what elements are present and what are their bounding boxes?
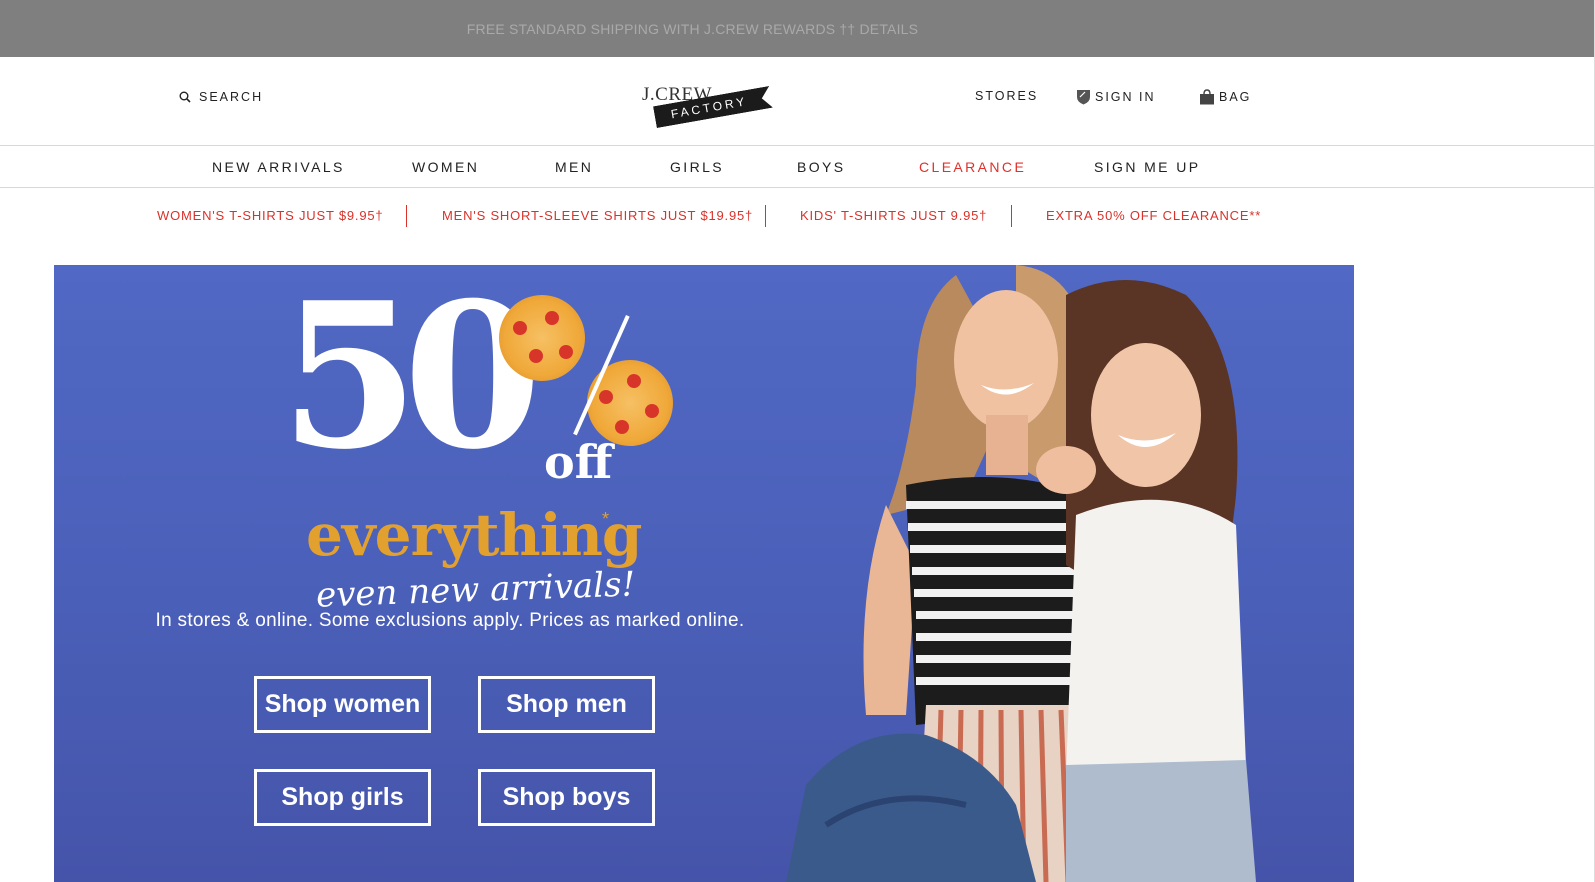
search-icon — [179, 91, 191, 103]
nav-girls[interactable]: GIRLS — [670, 159, 724, 175]
flower-decoration — [627, 374, 641, 388]
bag-link[interactable]: BAG — [1199, 89, 1251, 105]
search-button[interactable]: SEARCH — [179, 90, 263, 104]
stores-label: STORES — [975, 89, 1039, 103]
flower-decoration — [615, 420, 629, 434]
bag-label: BAG — [1219, 90, 1252, 104]
models-photo — [786, 265, 1256, 882]
flower-decoration — [545, 311, 559, 325]
flower-decoration — [599, 390, 613, 404]
promo-kids-tshirts[interactable]: KIDS' T-SHIRTS JUST 9.95† — [800, 208, 987, 223]
search-label: SEARCH — [199, 90, 264, 104]
promo-womens-tshirts[interactable]: WOMEN'S T-SHIRTS JUST $9.95† — [157, 208, 383, 223]
hero-fifty: 50 — [280, 265, 542, 494]
hero-banner[interactable]: 50 off everything * even new arrivals! I… — [54, 265, 1354, 882]
nav-clearance[interactable]: CLEARANCE — [919, 159, 1026, 175]
nav-boys[interactable]: BOYS — [797, 159, 846, 175]
flower-decoration — [529, 349, 543, 363]
flower-decoration — [559, 345, 573, 359]
promo-strip: WOMEN'S T-SHIRTS JUST $9.95† MEN'S SHORT… — [0, 205, 1595, 227]
jcrew-factory-logo[interactable]: J.CREW FACTORY — [640, 84, 774, 126]
nav-new-arrivals[interactable]: NEW ARRIVALS — [212, 159, 345, 175]
shop-boys-button[interactable]: Shop boys — [478, 769, 655, 826]
shipping-banner-mark: †† — [839, 20, 856, 37]
flower-decoration — [645, 404, 659, 418]
hero-fine-print: In stores & online. Some exclusions appl… — [155, 610, 745, 631]
shipping-banner-text-group: FREE STANDARD SHIPPING WITH J.CREW REWAR… — [467, 21, 918, 37]
sign-in-label: SIGN IN — [1095, 90, 1156, 104]
main-nav: NEW ARRIVALS WOMEN MEN GIRLS BOYS CLEARA… — [0, 145, 1595, 188]
paper-umbrella-image — [499, 295, 585, 381]
hero-asterisk: * — [602, 509, 610, 529]
promo-divider — [1011, 205, 1012, 227]
nav-sign-me-up[interactable]: SIGN ME UP — [1094, 159, 1200, 175]
stores-link[interactable]: STORES — [975, 89, 1038, 103]
sign-in-link[interactable]: SIGN IN — [1076, 89, 1156, 105]
nav-men[interactable]: MEN — [555, 159, 593, 175]
shipping-banner-text: FREE STANDARD SHIPPING WITH J.CREW REWAR… — [466, 20, 836, 37]
promo-clearance[interactable]: EXTRA 50% OFF CLEARANCE** — [1046, 208, 1261, 223]
bag-icon — [1200, 89, 1214, 105]
promo-divider — [765, 205, 766, 227]
shield-icon — [1077, 90, 1090, 105]
site-header: SEARCH J.CREW FACTORY STORES SIGN IN BAG — [0, 57, 1595, 145]
shop-men-button[interactable]: Shop men — [478, 676, 655, 733]
shop-girls-button[interactable]: Shop girls — [254, 769, 431, 826]
hero-subline: even new arrivals! — [315, 564, 636, 616]
promo-divider — [406, 205, 407, 227]
hero-everything: everything — [306, 501, 642, 569]
hero-off: off — [544, 435, 613, 489]
flower-decoration — [513, 321, 527, 335]
nav-women[interactable]: WOMEN — [412, 159, 479, 175]
shipping-banner: FREE STANDARD SHIPPING WITH J.CREW REWAR… — [0, 0, 1595, 57]
promo-mens-shirts[interactable]: MEN'S SHORT-SLEEVE SHIRTS JUST $19.95† — [442, 208, 753, 223]
shipping-details-link[interactable]: DETAILS — [859, 21, 918, 37]
shop-women-button[interactable]: Shop women — [254, 676, 431, 733]
